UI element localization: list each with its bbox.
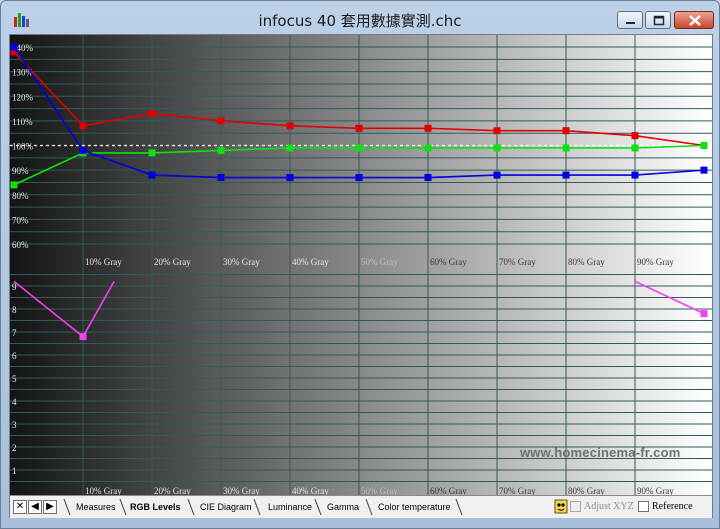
close-icon xyxy=(689,15,701,26)
green-data-point xyxy=(286,144,294,152)
x-tick-label: 90% Gray xyxy=(637,257,674,267)
blue-data-point xyxy=(10,43,18,51)
green-data-point xyxy=(562,144,570,152)
green-data-point xyxy=(355,144,363,152)
blue-data-point xyxy=(355,174,363,182)
x-tick-label: 50% Gray xyxy=(361,486,398,495)
tab-luminance[interactable]: Luminance xyxy=(268,499,312,515)
y-tick-label: 120% xyxy=(12,92,34,102)
tab-separator xyxy=(365,499,373,516)
y-tick-label: 2 xyxy=(12,443,17,453)
x-tick-label: 70% Gray xyxy=(499,486,536,495)
close-tab-button[interactable]: ✕ xyxy=(13,500,27,514)
x-tick-label: 90% Gray xyxy=(637,486,674,495)
x-tick-label: 50% Gray xyxy=(361,257,398,267)
y-tick-label: 3 xyxy=(12,420,17,430)
reference-checkbox[interactable] xyxy=(638,501,649,512)
window-title: infocus 40 套用數據實測.chc xyxy=(258,12,462,30)
y-tick-label: 7 xyxy=(12,328,17,338)
x-tick-label: 80% Gray xyxy=(568,257,605,267)
adjust-xyz-checkbox[interactable] xyxy=(570,501,581,512)
close-button[interactable] xyxy=(674,11,714,29)
red-data-point xyxy=(286,122,294,130)
magenta-data-point xyxy=(700,310,708,318)
x-tick-label: 20% Gray xyxy=(154,257,191,267)
tab-bar: ✕ ◀ ▶ Measures RGB Levels CIE Diagram Lu… xyxy=(10,495,712,518)
green-data-point xyxy=(10,181,18,189)
minimize-icon xyxy=(626,22,635,24)
blue-data-point xyxy=(286,174,294,182)
red-data-point xyxy=(79,122,87,130)
x-tick-label: 60% Gray xyxy=(430,486,467,495)
x-tick-label: 10% Gray xyxy=(85,486,122,495)
prev-tab-button[interactable]: ◀ xyxy=(28,500,42,514)
green-data-point xyxy=(148,149,156,157)
maximize-icon xyxy=(653,15,665,26)
blue-data-point xyxy=(562,171,570,179)
blue-data-point xyxy=(424,174,432,182)
blue-data-point xyxy=(217,174,225,182)
blue-data-point xyxy=(79,146,87,154)
blue-data-point xyxy=(631,171,639,179)
tab-gamma[interactable]: Gamma xyxy=(327,499,359,515)
y-tick-label: 70% xyxy=(12,215,29,225)
green-data-point xyxy=(493,144,501,152)
blue-data-point xyxy=(148,171,156,179)
tab-separator xyxy=(187,499,195,516)
x-tick-label: 40% Gray xyxy=(292,257,329,267)
red-data-point xyxy=(631,132,639,140)
x-tick-label: 80% Gray xyxy=(568,486,605,495)
tab-separator xyxy=(253,499,261,516)
tab-separator xyxy=(455,499,463,516)
y-tick-label: 5 xyxy=(12,374,17,384)
rgb-levels-chart[interactable]: 60%70%80%90%100%110%120%130%140%12345678… xyxy=(10,35,712,495)
y-tick-label: 100% xyxy=(12,142,34,152)
y-tick-label: 1 xyxy=(12,466,17,476)
app-window: infocus 40 套用數據實測.chc 60% 70% 80% 90% 100% 11… xyxy=(0,0,720,529)
x-tick-label: 10% Gray xyxy=(85,257,122,267)
red-data-point xyxy=(148,109,156,117)
tab-separator xyxy=(314,499,322,516)
green-data-point xyxy=(631,144,639,152)
red-data-point xyxy=(424,124,432,132)
watermark: www.homecinema-fr.com xyxy=(520,445,681,460)
y-tick-label: 60% xyxy=(12,240,29,250)
blue-data-point xyxy=(700,166,708,174)
green-data-point xyxy=(700,142,708,149)
y-tick-label: 90% xyxy=(12,166,29,176)
y-tick-label: 110% xyxy=(12,117,33,127)
tab-color-temperature[interactable]: Color temperature xyxy=(378,499,451,515)
x-tick-label: 30% Gray xyxy=(223,486,260,495)
maximize-button[interactable] xyxy=(645,11,671,29)
red-data-point xyxy=(562,127,570,135)
red-data-point xyxy=(355,124,363,132)
y-tick-label: 6 xyxy=(12,351,17,361)
title-bar[interactable]: infocus 40 套用數據實測.chc xyxy=(1,1,719,35)
tab-cie-diagram[interactable]: CIE Diagram xyxy=(200,499,252,515)
y-tick-label: 8 xyxy=(12,305,17,315)
adjust-xyz-label: Adjust XYZ xyxy=(584,501,634,512)
tab-rgb-levels[interactable]: RGB Levels xyxy=(130,499,181,515)
tab-separator xyxy=(63,499,71,516)
x-tick-label: 40% Gray xyxy=(292,486,329,495)
x-tick-label: 60% Gray xyxy=(430,257,467,267)
tab-separator xyxy=(119,499,127,516)
x-tick-label: 70% Gray xyxy=(499,257,536,267)
x-tick-label: 20% Gray xyxy=(154,486,191,495)
red-data-point xyxy=(493,127,501,135)
next-tab-button[interactable]: ▶ xyxy=(43,500,57,514)
reference-label: Reference xyxy=(652,501,693,512)
red-data-point xyxy=(217,117,225,125)
chart-area: 60% 70% 80% 90% 100% 110% 120% 130% 140% 1 2 3 4 5 6 7 8… xyxy=(9,34,713,518)
y-tick-label: 4 xyxy=(12,397,17,407)
green-data-point xyxy=(217,146,225,154)
x-tick-label: 30% Gray xyxy=(223,257,260,267)
probe-icon[interactable] xyxy=(554,499,568,514)
blue-data-point xyxy=(493,171,501,179)
green-data-point xyxy=(424,144,432,152)
y-tick-label: 80% xyxy=(12,191,29,201)
minimize-button[interactable] xyxy=(617,11,643,29)
magenta-data-point xyxy=(79,333,87,341)
tab-measures[interactable]: Measures xyxy=(76,499,116,515)
